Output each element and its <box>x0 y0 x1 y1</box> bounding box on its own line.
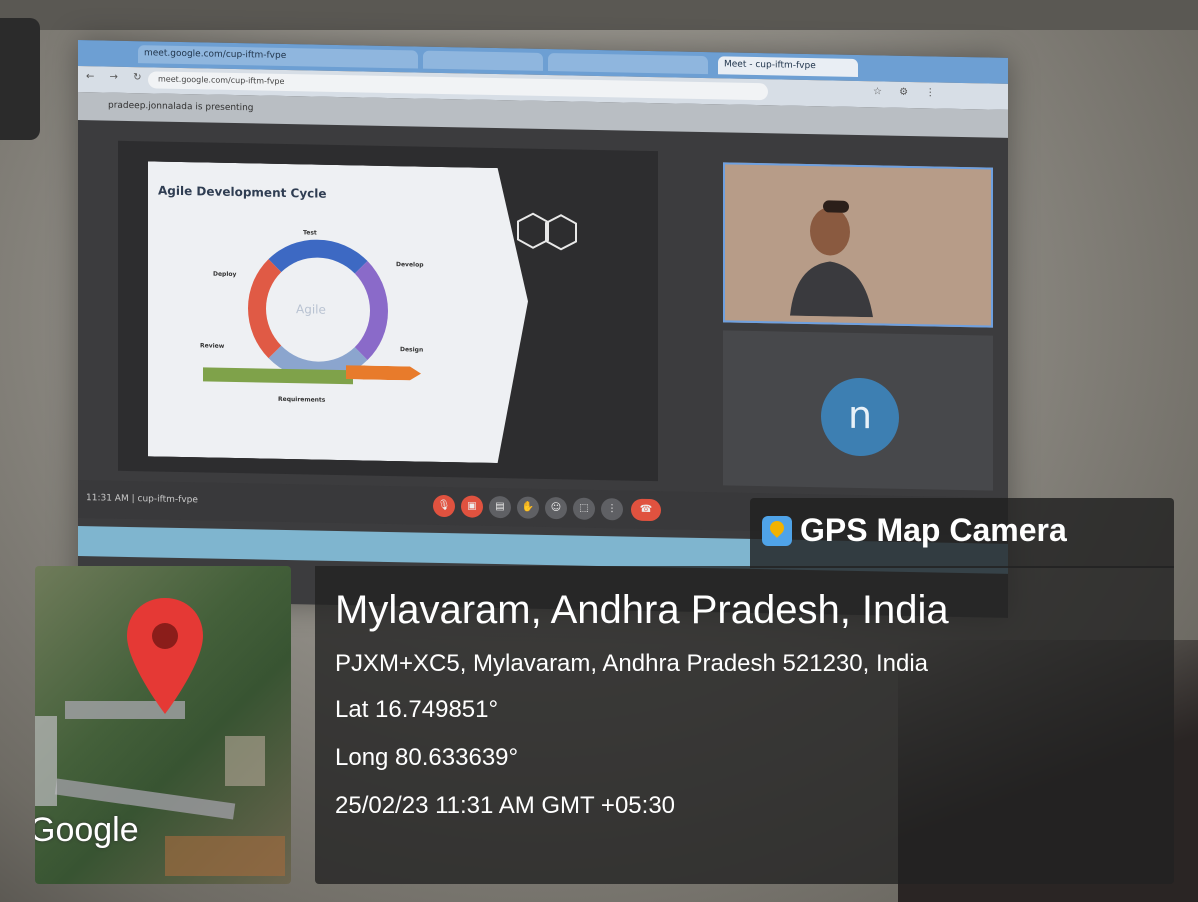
stage-label: Requirements <box>278 395 326 404</box>
browser-tab[interactable]: meet.google.com/cup-iftm-fvpe <box>138 45 418 69</box>
stage-label: Design <box>400 346 424 354</box>
stage-label: Develop <box>396 261 424 269</box>
gps-longitude: Long 80.633639° <box>335 744 519 771</box>
wall-top-edge <box>0 0 1198 30</box>
more-options-icon[interactable]: ⋮ <box>601 498 623 521</box>
location-pin-icon <box>127 598 203 714</box>
design-arrow <box>346 365 421 380</box>
gps-app-logo-icon <box>762 516 792 546</box>
raise-hand-icon[interactable]: ✋ <box>517 496 539 519</box>
stage-label: Test <box>303 229 317 237</box>
gps-info-panel: Mylavaram, Andhra Pradesh, India PJXM+XC… <box>315 566 1174 884</box>
participant-tile-second[interactable]: n <box>723 330 993 491</box>
cycle-center-label: Agile <box>296 302 326 317</box>
camera-off-icon[interactable]: ▣ <box>461 495 483 518</box>
browser-toolbar-icons[interactable]: ☆ ⚙ ⋮ <box>873 86 942 98</box>
gps-datetime: 25/02/23 11:31 AM GMT +05:30 <box>335 792 676 819</box>
shared-screen-area: Agile Development Cycle Agile Test Devel… <box>118 140 658 482</box>
gps-place: Mylavaram, Andhra Pradesh, India <box>335 588 949 632</box>
meeting-time-code: 11:31 AM | cup-iftm-fvpe <box>86 493 198 506</box>
presenting-text: pradeep.jonnalada is presenting <box>108 100 254 114</box>
nav-arrows-icon[interactable]: ← → ↻ <box>86 71 148 83</box>
present-screen-icon[interactable]: ⬚ <box>573 497 595 520</box>
presenter-person-image <box>790 200 873 318</box>
requirements-bar <box>203 367 353 385</box>
mic-off-icon[interactable]: 🎙 <box>433 494 455 518</box>
meeting-time: 11:31 AM <box>86 493 129 504</box>
participant-video-presenter[interactable] <box>723 162 993 328</box>
gps-pin-icon <box>767 518 787 538</box>
gps-app-title: GPS Map Camera <box>800 512 1067 548</box>
hexagon-decoration-icon <box>517 212 577 251</box>
gps-address: PJXM+XC5, Mylavaram, Andhra Pradesh 5212… <box>335 650 928 677</box>
meeting-code: cup-iftm-fvpe <box>137 494 198 506</box>
browser-tab[interactable] <box>548 53 708 75</box>
browser-tab-active[interactable]: Meet - cup-iftm-fvpe <box>718 56 858 77</box>
participant-avatar: n <box>821 377 899 457</box>
phone-edge <box>0 18 40 140</box>
emoji-icon[interactable]: ☺ <box>545 496 567 520</box>
google-logo-text: Google <box>35 811 139 849</box>
gps-title-panel: GPS Map Camera <box>750 498 1174 568</box>
stage-label: Deploy <box>213 270 237 279</box>
leave-call-icon[interactable]: ☎ <box>631 498 661 522</box>
captions-icon[interactable]: ▤ <box>489 495 511 519</box>
browser-tab[interactable] <box>423 50 543 71</box>
map-thumbnail: Google <box>35 566 291 884</box>
gps-latitude: Lat 16.749851° <box>335 696 499 723</box>
stage-label: Review <box>200 342 225 350</box>
